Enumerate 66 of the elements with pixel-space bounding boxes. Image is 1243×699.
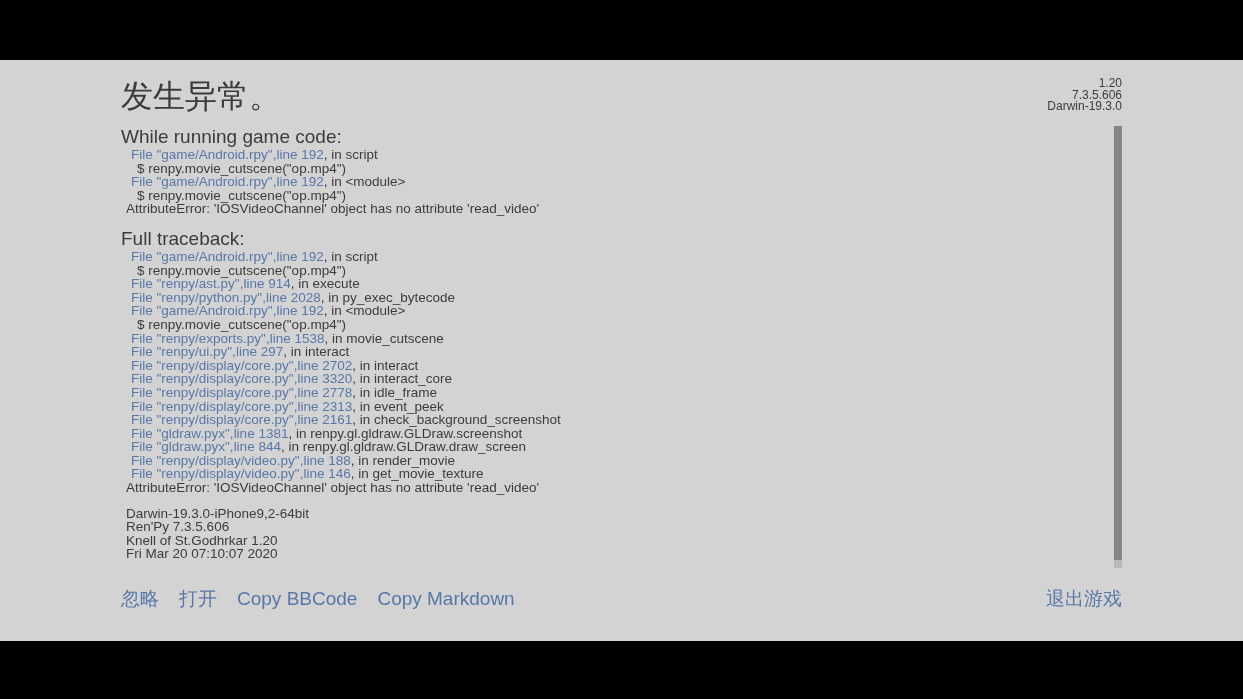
system-info-line: Fri Mar 20 07:10:07 2020 [126, 547, 278, 562]
frame-context: , in idle_frame [352, 385, 437, 400]
action-button[interactable]: 打开 [179, 586, 217, 612]
line-link[interactable]: line 192 [276, 304, 324, 318]
frame-context: , in <module> [323, 304, 406, 318]
file-link[interactable]: File "renpy/ast.py", [131, 277, 244, 291]
file-link[interactable]: File "renpy/exports.py", [131, 331, 270, 346]
frame-context: , in get_movie_texture [350, 467, 484, 482]
frame-context: , in execute [290, 277, 360, 291]
action-button[interactable]: Copy Markdown [377, 586, 515, 612]
version-text: Darwin-19.3.0 [1047, 99, 1122, 113]
frame-context: , in renpy.gl.gldraw.GLDraw.draw_screen [280, 440, 527, 454]
system-info-line: Ren'Py 7.3.5.606 [126, 520, 230, 534]
file-link[interactable]: File "game/Android.rpy", [131, 249, 277, 264]
file-link[interactable]: File "renpy/display/core.py", [131, 372, 298, 386]
frame-context: , in <module> [323, 175, 406, 189]
frame-context: , in interact_core [352, 372, 453, 386]
file-link[interactable]: File "renpy/display/core.py", [131, 413, 298, 427]
code-line: $ renpy.movie_cutscene("op.mp4") [137, 188, 346, 203]
file-link[interactable]: File "game/Android.rpy", [131, 304, 277, 318]
file-link[interactable]: File "renpy/display/core.py", [131, 385, 298, 400]
scrollbar[interactable] [1114, 126, 1122, 568]
section-heading: Full traceback: [121, 227, 245, 250]
error-message: AttributeError: 'IOSVideoChannel' object has no attribute 'read_video' [126, 481, 540, 495]
file-link[interactable]: File "renpy/display/video.py", [131, 467, 304, 482]
quit-button[interactable]: 退出游戏 [1046, 586, 1122, 612]
file-link[interactable]: File "renpy/display/video.py", [131, 453, 304, 468]
error-title: 发生异常。 [121, 76, 281, 116]
file-link[interactable]: File "game/Android.rpy", [131, 148, 277, 162]
line-link[interactable]: line 192 [276, 148, 324, 162]
version-text: 1.20 [1098, 76, 1122, 90]
line-link[interactable]: line 914 [243, 277, 291, 291]
frame-context: , in interact [283, 345, 350, 359]
frame-context: , in check_background_screenshot [352, 413, 561, 427]
file-link[interactable]: File "renpy/ui.py", [131, 345, 236, 359]
line-link[interactable]: line 192 [276, 249, 324, 264]
section-heading: While running game code: [121, 126, 342, 148]
code-line: $ renpy.movie_cutscene("op.mp4") [137, 263, 346, 278]
file-link[interactable]: File "game/Android.rpy", [131, 175, 277, 189]
line-link[interactable]: line 146 [303, 467, 351, 482]
file-link[interactable]: File "gldraw.pyx", [131, 440, 234, 454]
action-button[interactable]: Copy BBCode [237, 586, 358, 612]
frame-context: , in py_exec_bytecode [320, 290, 456, 305]
action-button[interactable]: 忽略 [121, 586, 159, 612]
line-link[interactable]: line 844 [233, 440, 281, 454]
line-link[interactable]: line 297 [235, 345, 284, 359]
line-link[interactable]: line 192 [276, 175, 324, 189]
frame-context: , in event_peek [352, 399, 444, 414]
file-link[interactable]: File "renpy/display/core.py", [131, 399, 298, 414]
code-line: $ renpy.movie_cutscene("op.mp4") [137, 317, 346, 332]
frame-context: , in script [323, 148, 378, 162]
code-line: $ renpy.movie_cutscene("op.mp4") [137, 161, 346, 176]
frame-context: , in interact [352, 358, 419, 373]
frame-context: , in script [323, 249, 378, 264]
frame-context: , in render_movie [350, 453, 456, 468]
error-message: AttributeError: 'IOSVideoChannel' object has no attribute 'read_video' [126, 202, 540, 216]
frame-context: , in renpy.gl.gldraw.GLDraw.screenshot [288, 426, 523, 441]
file-link[interactable]: File "renpy/display/core.py", [131, 358, 298, 373]
system-info-line: Knell of St.Godhrkar 1.20 [126, 533, 278, 548]
line-link[interactable]: line 188 [303, 453, 351, 468]
system-info-line: Darwin-19.3.0-iPhone9,2-64bit [126, 506, 310, 521]
file-link[interactable]: File "gldraw.pyx", [131, 426, 234, 441]
version-text: 7.3.5.606 [1071, 87, 1122, 102]
line-link[interactable]: line 2028 [265, 290, 321, 305]
frame-context: , in movie_cutscene [324, 331, 444, 346]
file-link[interactable]: File "renpy/python.py", [131, 290, 266, 305]
